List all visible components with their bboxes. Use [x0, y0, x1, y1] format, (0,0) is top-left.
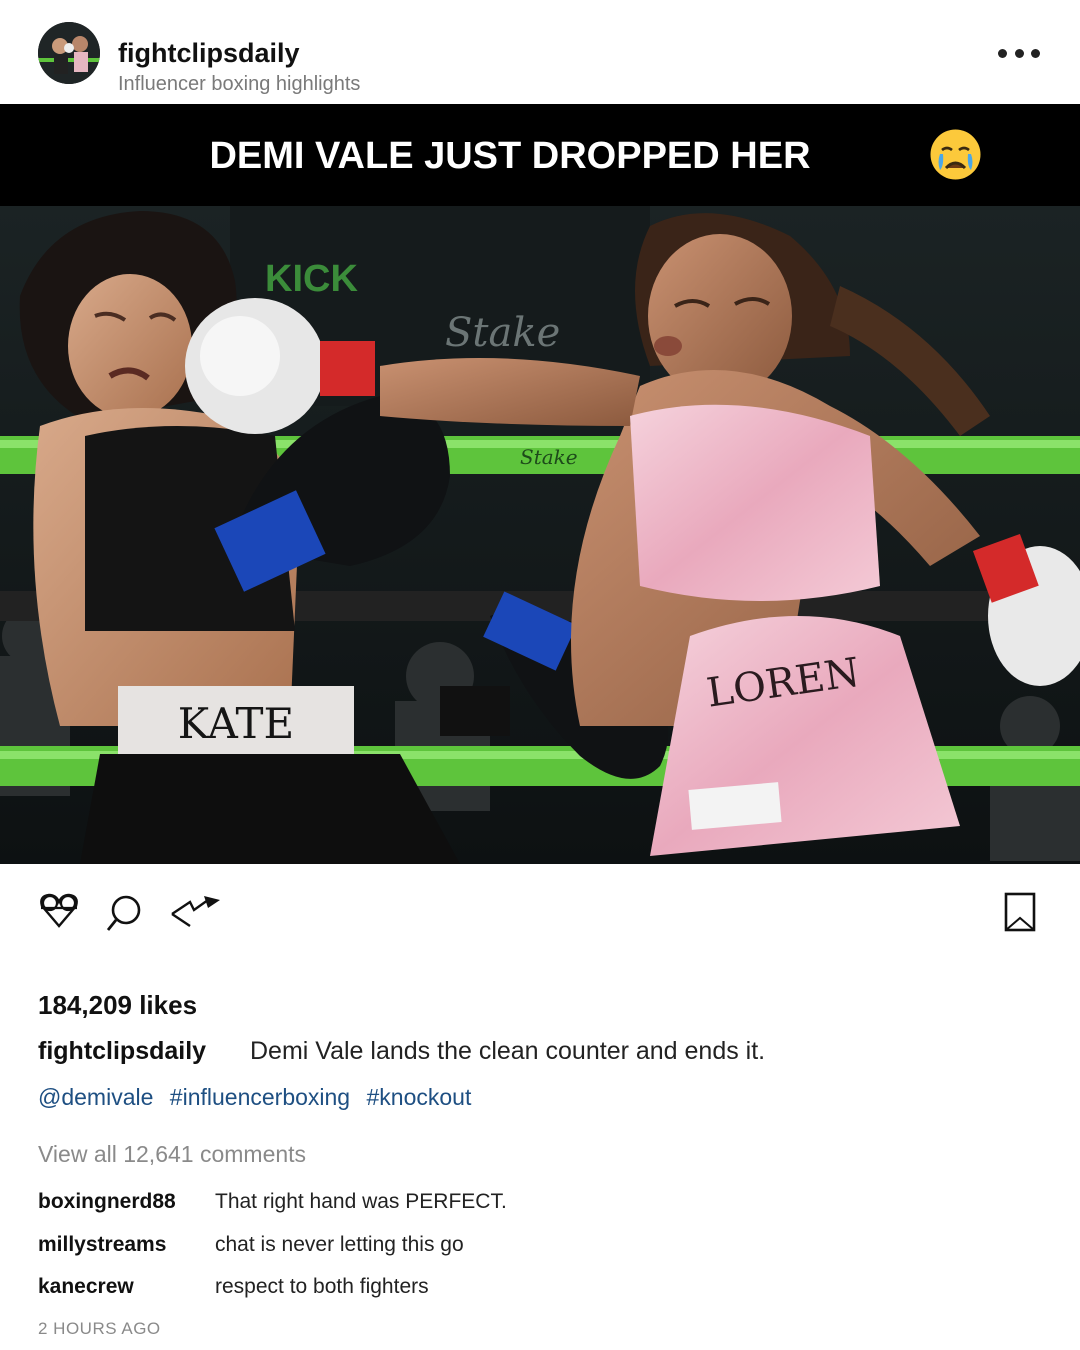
sponsor-logo: Stake: [445, 310, 560, 356]
kate-trunks-label: KATE: [178, 699, 294, 748]
tag-hashtag[interactable]: #knockout: [366, 1084, 471, 1110]
more-icon[interactable]: [998, 40, 1040, 66]
caption-banner: DEMI VALE JUST DROPPED HER: [0, 104, 1080, 206]
crying-face-icon: [930, 129, 981, 180]
comment-username[interactable]: kanecrew: [38, 1275, 134, 1299]
share-icon[interactable]: [168, 894, 222, 930]
comment-username[interactable]: millystreams: [38, 1233, 166, 1257]
subtitle: Influencer boxing highlights: [118, 73, 361, 95]
caption-username[interactable]: fightclipsdaily: [38, 1037, 206, 1066]
tag-hashtag[interactable]: #influencerboxing: [170, 1084, 350, 1110]
post-header: fightclipsdaily Influencer boxing highli…: [0, 0, 1080, 104]
comment-icon[interactable]: [104, 894, 144, 934]
comment-text: chat is never letting this go: [215, 1233, 464, 1256]
banner-text: DEMI VALE JUST DROPPED HER: [209, 135, 811, 177]
likes-count[interactable]: 184,209 likes: [38, 990, 197, 1021]
tag-mention[interactable]: @demivale: [38, 1084, 153, 1110]
comment-text: respect to both fighters: [215, 1275, 429, 1298]
bookmark-icon[interactable]: [1004, 892, 1036, 932]
caption-text: Demi Vale lands the clean counter and en…: [250, 1037, 766, 1065]
post-timestamp: 2 HOURS AGO: [38, 1319, 161, 1338]
view-all-comments-link[interactable]: View all 12,641 comments: [38, 1141, 306, 1168]
comment-text: That right hand was PERFECT.: [215, 1190, 507, 1213]
username[interactable]: fightclipsdaily: [118, 38, 300, 69]
kick-logo: KICK: [265, 258, 358, 300]
post-photo[interactable]: KICK Stake Stake Stake KATE: [0, 206, 1080, 864]
comment-username[interactable]: boxingnerd88: [38, 1190, 176, 1214]
avatar[interactable]: [38, 22, 100, 84]
tags: @demivale #influencerboxing #knockout: [38, 1084, 481, 1111]
heart-icon[interactable]: [38, 892, 80, 930]
action-bar: [0, 864, 1080, 964]
svg-text:Stake: Stake: [520, 445, 578, 469]
